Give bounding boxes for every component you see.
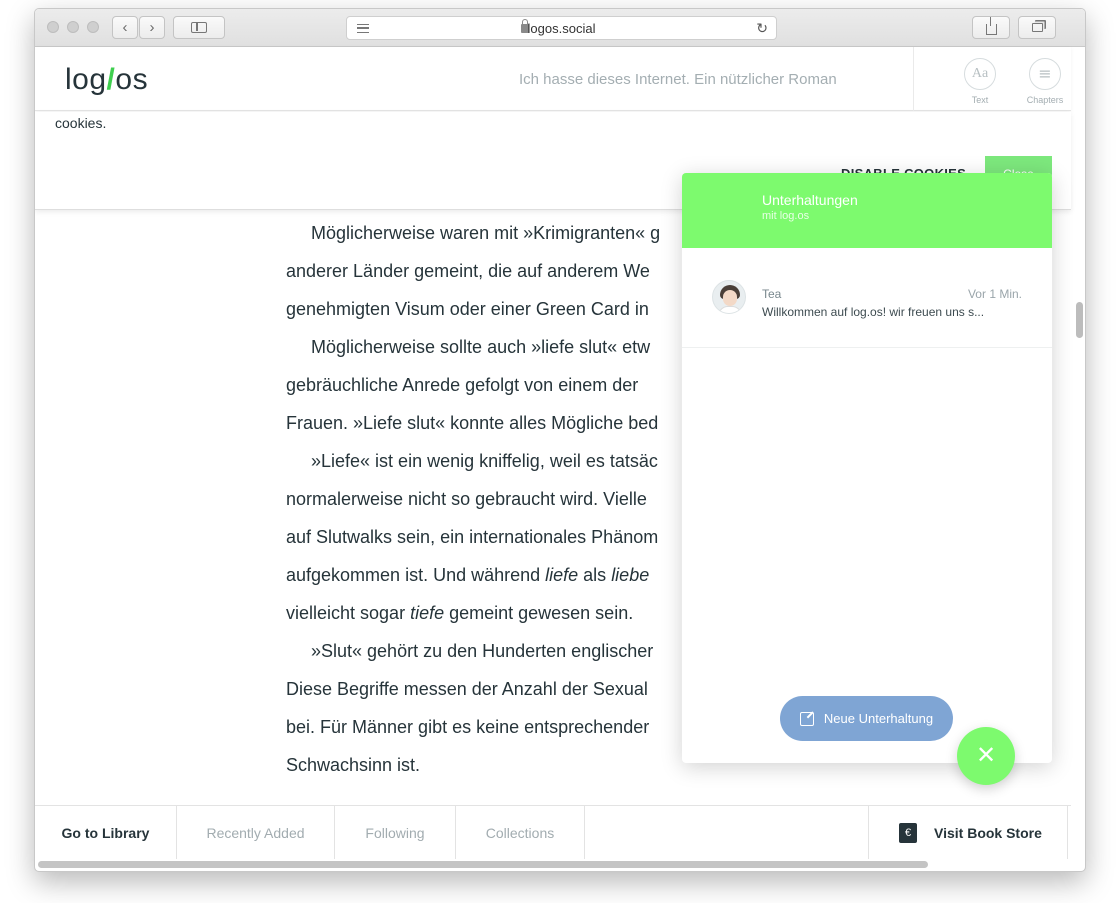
chat-close-fab[interactable]: ✕ — [957, 727, 1015, 785]
text-segment: als — [578, 565, 612, 585]
text-segment: »Slut« gehört zu den Hunderten englische… — [311, 641, 654, 661]
text-segment: genehmigten Visum oder einer Green Card … — [286, 299, 649, 319]
chat-panel: Unterhaltungen mit log.os Tea Vor 1 Min.… — [682, 173, 1052, 763]
conversation-preview: Willkommen auf log.os! wir freuen uns s.… — [762, 305, 985, 319]
text-segment: aufgekommen ist. Und während — [286, 565, 546, 585]
sidebar-toggle-button[interactable] — [173, 16, 225, 39]
logo[interactable]: log/os — [65, 63, 148, 97]
back-button[interactable]: ‹ — [112, 16, 138, 39]
emphasized-text: tiefe — [410, 603, 445, 623]
conversation-item[interactable]: Tea Vor 1 Min. Willkommen auf log.os! wi… — [682, 263, 1052, 348]
text-segment: Frauen. »Liefe slut« konnte alles Möglic… — [286, 413, 659, 433]
close-window-button[interactable] — [47, 21, 59, 33]
text-segment: Schwachsinn ist. — [286, 755, 421, 775]
text-segment: auf Slutwalks sein, ein internationales … — [286, 527, 659, 547]
minimize-window-button[interactable] — [67, 21, 79, 33]
text-segment: normalerweise nicht so gebraucht wird. V… — [286, 489, 647, 509]
cookie-text: cookies. — [55, 115, 107, 131]
back-icon: ‹ — [122, 19, 128, 36]
forward-button[interactable]: › — [139, 16, 165, 39]
browser-toolbar: ‹ › logos.social ↻ — [35, 9, 1085, 47]
new-conversation-button[interactable]: Neue Unterhaltung — [780, 696, 953, 741]
site-header: log/os Ich hasse dieses Internet. Ein nü… — [35, 47, 1071, 111]
collections-link[interactable]: Collections — [456, 806, 585, 859]
share-icon — [985, 17, 997, 35]
text-settings-icon[interactable]: Aa — [964, 58, 996, 90]
text-segment: Diese Begriffe messen der Anzahl der Sex… — [286, 679, 648, 699]
text-segment: Möglicherweise sollte auch »liefe slut« … — [311, 337, 651, 357]
text-segment: vielleicht sogar — [286, 603, 411, 623]
vertical-scrollbar[interactable] — [1076, 302, 1083, 338]
text-segment: Möglicherweise waren mit »Krimigranten« … — [311, 223, 661, 243]
conversation-time: Vor 1 Min. — [967, 287, 1022, 301]
new-conversation-label: Neue Unterhaltung — [823, 711, 934, 726]
tabs-overview-button[interactable] — [1018, 16, 1056, 39]
conversation-sender: Tea — [762, 287, 782, 301]
chat-header: Unterhaltungen mit log.os — [682, 173, 1052, 248]
text-segment: anderer Länder gemeint, die auf anderem … — [286, 261, 650, 281]
share-button[interactable] — [972, 16, 1010, 39]
logo-part: log — [65, 63, 107, 96]
chapters-icon[interactable]: ≡ — [1029, 58, 1061, 90]
text-segment: gemeint gewesen sein. — [444, 603, 634, 623]
book-store-icon: € — [899, 822, 917, 843]
text-segment: »Liefe« ist ein wenig kniffelig, weil es… — [311, 451, 658, 471]
reload-icon[interactable]: ↻ — [756, 20, 768, 37]
emphasized-text: liefe — [545, 565, 579, 585]
close-icon: ✕ — [975, 742, 997, 769]
text-segment: gebräuchliche Anrede gefolgt von einem d… — [286, 375, 639, 395]
chapters-label[interactable]: Chapters — [1015, 95, 1075, 105]
chat-subtitle: mit log.os — [762, 210, 810, 222]
footer-nav: Go to Library Recently Added Following C… — [35, 805, 1071, 859]
text-settings-label[interactable]: Text — [950, 95, 1010, 105]
browser-window: ‹ › logos.social ↻ + log/os Ich hasse di… — [34, 8, 1086, 872]
chat-title: Unterhaltungen — [762, 192, 858, 208]
forward-icon: › — [149, 19, 155, 36]
following-link[interactable]: Following — [335, 806, 456, 859]
visit-book-store-button[interactable]: € Visit Book Store — [868, 806, 1068, 859]
visit-book-store-label: Visit Book Store — [934, 824, 1042, 841]
sidebar-icon — [191, 22, 207, 33]
emphasized-text: liebe — [611, 565, 650, 585]
go-to-library-link[interactable]: Go to Library — [35, 806, 177, 859]
avatar — [712, 280, 746, 314]
logo-part: os — [115, 63, 149, 96]
recently-added-link[interactable]: Recently Added — [177, 806, 335, 859]
tabs-icon — [1031, 23, 1043, 32]
zoom-window-button[interactable] — [87, 21, 99, 33]
book-title: Ich hasse dieses Internet. Ein nützliche… — [519, 71, 837, 88]
horizontal-scrollbar[interactable] — [38, 861, 928, 868]
header-divider — [913, 47, 914, 111]
address-bar[interactable]: logos.social ↻ — [346, 16, 777, 40]
text-segment: bei. Für Männer gibt es keine entspreche… — [286, 717, 650, 737]
url-text: logos.social — [527, 21, 596, 36]
compose-icon — [799, 711, 814, 726]
